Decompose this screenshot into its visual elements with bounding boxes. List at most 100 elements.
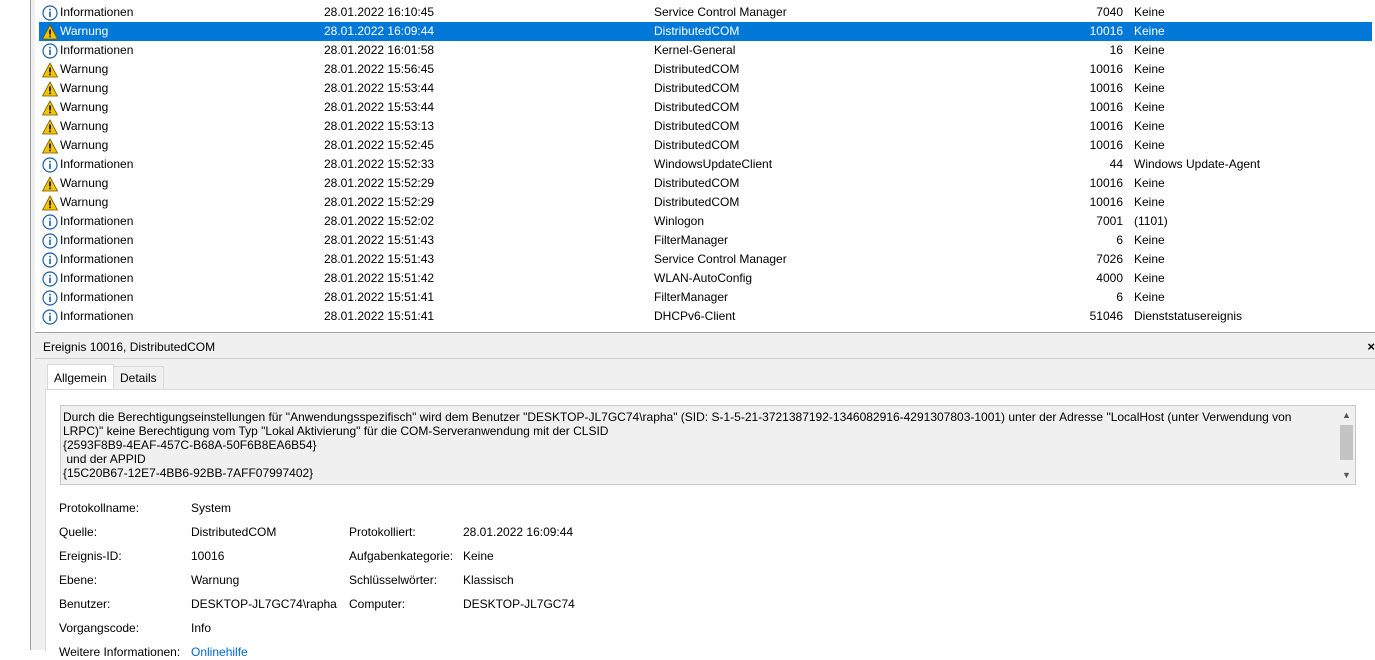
event-date: 28.01.2022 15:56:45 <box>324 62 435 76</box>
tab-panel-allgemein: Durch die Berechtigungseinstellungen für… <box>45 389 1375 659</box>
info-icon <box>42 252 58 268</box>
event-message: Durch die Berechtigungseinstellungen für… <box>63 410 1292 480</box>
quelle-value: DistributedCOM <box>191 525 277 539</box>
tab-details[interactable]: Details <box>113 366 164 390</box>
event-message-box[interactable]: Durch die Berechtigungseinstellungen für… <box>60 405 1356 485</box>
scroll-up-icon[interactable]: ▲ <box>1338 408 1355 422</box>
warning-icon <box>41 24 59 40</box>
protokolliert-label: Protokolliert: <box>349 525 416 539</box>
schluesselwoerter-value: Klassisch <box>463 573 514 587</box>
event-level: Warnung <box>60 119 109 133</box>
details-header: Ereignis 10016, DistributedCOM × <box>35 336 1375 359</box>
vorgangscode-label: Vorgangscode: <box>59 621 140 635</box>
message-scrollbar[interactable]: ▲ ▼ <box>1338 406 1355 484</box>
event-id: 10016 <box>1089 24 1123 38</box>
event-date: 28.01.2022 15:53:44 <box>324 100 435 114</box>
event-date: 28.01.2022 16:01:58 <box>324 43 435 57</box>
protokollname-label: Protokollname: <box>59 501 140 515</box>
event-id: 10016 <box>1089 138 1123 152</box>
computer-value: DESKTOP-JL7GC74 <box>463 597 575 611</box>
event-id: 51046 <box>1089 309 1123 323</box>
table-row[interactable]: Warnung 28.01.2022 16:09:44 DistributedCOM… <box>35 22 1375 41</box>
event-category: Keine <box>1134 271 1165 285</box>
warning-icon <box>41 138 59 154</box>
schluesselwoerter-label: Schlüsselwörter: <box>349 573 438 587</box>
event-source: Winlogon <box>654 214 705 228</box>
protokolliert-value: 28.01.2022 16:09:44 <box>463 525 574 539</box>
table-row[interactable]: Informationen 28.01.2022 15:52:02 Winlogon… <box>35 212 1375 231</box>
event-id: 10016 <box>1089 62 1123 76</box>
event-date: 28.01.2022 15:52:33 <box>324 157 435 171</box>
event-source: DistributedCOM <box>654 24 740 38</box>
event-id: 10016 <box>1089 100 1123 114</box>
close-icon[interactable]: × <box>1367 336 1375 358</box>
event-date: 28.01.2022 15:53:13 <box>324 119 435 133</box>
warning-icon <box>41 195 59 211</box>
onlinehilfe-link[interactable]: Onlinehilfe <box>191 644 248 660</box>
warning-icon <box>41 81 59 97</box>
table-row[interactable]: Informationen 28.01.2022 15:51:41 DHCPv6-C… <box>35 307 1375 326</box>
table-row[interactable]: Informationen 28.01.2022 15:51:41 FilterMa… <box>35 288 1375 307</box>
event-source: Service Control Manager <box>654 252 787 266</box>
table-row[interactable]: Warnung 28.01.2022 15:53:44 DistributedCOM… <box>35 98 1375 117</box>
table-row[interactable]: Informationen 28.01.2022 16:01:58 Kernel-G… <box>35 41 1375 60</box>
event-level: Informationen <box>60 309 134 323</box>
event-id: 44 <box>1109 157 1123 171</box>
event-level: Warnung <box>60 24 109 38</box>
benutzer-label: Benutzer: <box>59 597 111 611</box>
event-level: Informationen <box>60 271 134 285</box>
event-category: Keine <box>1134 100 1165 114</box>
event-source: WLAN-AutoConfig <box>654 271 753 285</box>
table-row[interactable]: Informationen 28.01.2022 15:51:42 WLAN-Aut… <box>35 269 1375 288</box>
ebene-value: Warnung <box>191 573 240 587</box>
table-row[interactable]: Warnung 28.01.2022 15:52:45 DistributedCOM… <box>35 136 1375 155</box>
warning-icon <box>41 100 59 116</box>
event-category: Dienststatusereignis <box>1134 309 1243 323</box>
event-list: Informationen 28.01.2022 16:10:45 Service … <box>35 0 1375 332</box>
event-date: 28.01.2022 15:52:45 <box>324 138 435 152</box>
table-row[interactable]: Warnung 28.01.2022 15:52:29 DistributedCOM… <box>35 174 1375 193</box>
table-row[interactable]: Warnung 28.01.2022 15:53:44 DistributedCOM… <box>35 79 1375 98</box>
event-category: Keine <box>1134 195 1165 209</box>
table-row[interactable]: Informationen 28.01.2022 15:51:43 Service … <box>35 250 1375 269</box>
event-level: Warnung <box>60 62 109 76</box>
table-row[interactable]: Warnung 28.01.2022 15:56:45 DistributedCOM… <box>35 60 1375 79</box>
event-category: Keine <box>1134 119 1165 133</box>
tab-allgemein[interactable]: Allgemein <box>47 364 114 390</box>
event-source: FilterManager <box>654 290 729 304</box>
event-category: Keine <box>1134 43 1165 57</box>
event-category: Keine <box>1134 290 1165 304</box>
event-category: (1101) <box>1134 214 1168 228</box>
event-source: DistributedCOM <box>654 195 740 209</box>
event-category: Keine <box>1134 81 1165 95</box>
event-date: 28.01.2022 15:52:02 <box>324 214 435 228</box>
event-id: 10016 <box>1089 119 1123 133</box>
info-icon <box>42 309 58 325</box>
event-category: Windows Update-Agent <box>1134 157 1261 171</box>
event-source: DistributedCOM <box>654 176 740 190</box>
event-level: Informationen <box>60 290 134 304</box>
event-date: 28.01.2022 15:52:29 <box>324 176 435 190</box>
aufgabenkategorie-value: Keine <box>463 549 494 563</box>
table-row[interactable]: Informationen 28.01.2022 15:52:33 WindowsU… <box>35 155 1375 174</box>
event-level: Warnung <box>60 176 109 190</box>
scroll-thumb[interactable] <box>1340 425 1353 460</box>
table-row[interactable]: Informationen 28.01.2022 15:51:43 FilterMa… <box>35 231 1375 250</box>
event-source: Service Control Manager <box>654 5 787 19</box>
event-date: 28.01.2022 15:51:41 <box>324 290 435 304</box>
details-title: Ereignis 10016, DistributedCOM <box>43 340 216 354</box>
event-details-pane: Ereignis 10016, DistributedCOM × Allgeme… <box>35 336 1375 659</box>
event-level: Informationen <box>60 5 134 19</box>
event-date: 28.01.2022 16:09:44 <box>324 24 435 38</box>
scroll-down-icon[interactable]: ▼ <box>1338 468 1355 482</box>
table-row[interactable]: Informationen 28.01.2022 16:10:45 Service … <box>35 3 1375 22</box>
event-category: Keine <box>1134 176 1165 190</box>
table-row[interactable]: Warnung 28.01.2022 15:52:29 DistributedCOM… <box>35 193 1375 212</box>
event-level: Informationen <box>60 157 134 171</box>
event-level: Informationen <box>60 214 134 228</box>
benutzer-value: DESKTOP-JL7GC74\rapha <box>191 597 337 611</box>
event-id: 10016 <box>1089 81 1123 95</box>
event-id: 6 <box>1116 233 1123 247</box>
event-source: FilterManager <box>654 233 729 247</box>
table-row[interactable]: Warnung 28.01.2022 15:53:13 DistributedCOM… <box>35 117 1375 136</box>
